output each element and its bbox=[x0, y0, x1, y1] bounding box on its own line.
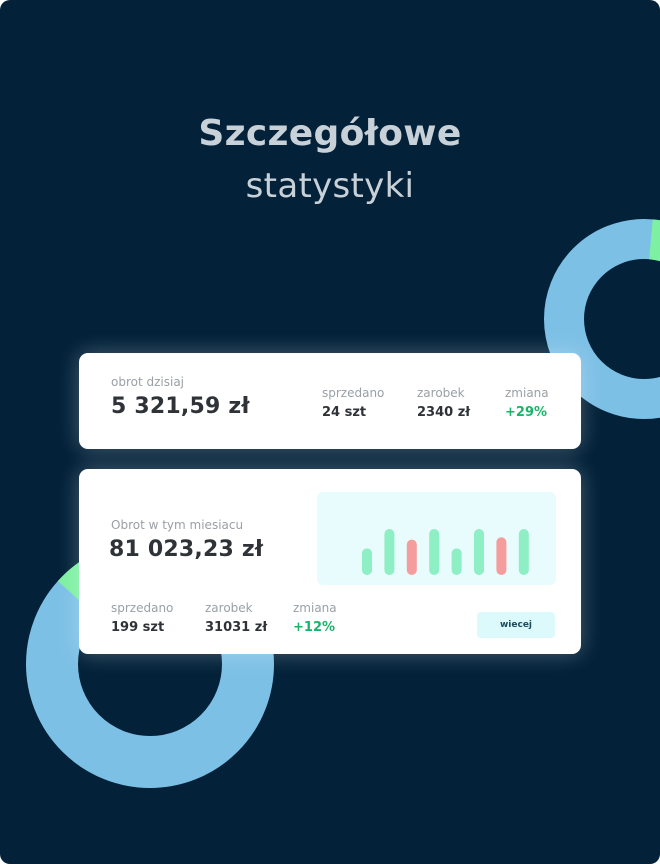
month-sold-label: sprzedano bbox=[111, 601, 174, 615]
month-stats-card: Obrot w tym miesiacu 81 023,23 zł sprzed… bbox=[79, 469, 581, 654]
chart-bar-7 bbox=[496, 537, 507, 575]
headline-line-1: Szczegółowe bbox=[198, 113, 462, 154]
more-button[interactable]: wiecej bbox=[477, 612, 555, 638]
chart-bar-8 bbox=[518, 529, 529, 575]
today-change-label: zmiana bbox=[505, 386, 549, 400]
month-change-value: +12% bbox=[293, 620, 336, 635]
month-turnover-label: Obrot w tym miesiacu bbox=[111, 518, 244, 532]
promo-panel: Szczegółowe statystyki obrot dzisiaj 5 3… bbox=[0, 0, 660, 864]
today-turnover-value: 5 321,59 zł bbox=[111, 394, 250, 419]
today-stats-card: obrot dzisiaj 5 321,59 zł sprzedano 24 s… bbox=[79, 353, 581, 449]
month-sold-value: 199 szt bbox=[111, 620, 165, 635]
today-sold-label: sprzedano bbox=[322, 386, 385, 400]
chart-bar-6 bbox=[474, 529, 484, 575]
month-change-label: zmiana bbox=[293, 601, 337, 615]
donut-top-accent-segment bbox=[648, 219, 660, 262]
chart-bar-4 bbox=[429, 529, 440, 575]
month-turnover-value: 81 023,23 zł bbox=[109, 537, 264, 562]
month-earnings-value: 31031 zł bbox=[205, 620, 268, 635]
headline: Szczegółowe statystyki bbox=[0, 112, 660, 208]
chart-bar-5 bbox=[451, 548, 462, 575]
month-earnings-label: zarobek bbox=[205, 601, 253, 615]
chart-bar-3 bbox=[406, 539, 417, 575]
chart-bar-1 bbox=[362, 548, 372, 575]
headline-line-2: statystyki bbox=[245, 166, 415, 206]
bar-chart-svg bbox=[362, 529, 529, 575]
today-turnover-label: obrot dzisiaj bbox=[111, 375, 185, 389]
today-earnings-label: zarobek bbox=[417, 386, 465, 400]
today-sold-value: 24 szt bbox=[322, 405, 367, 420]
chart-bar-2 bbox=[384, 529, 395, 575]
today-change-value: +29% bbox=[505, 405, 548, 420]
month-bar-chart bbox=[317, 492, 556, 585]
today-earnings-value: 2340 zł bbox=[417, 405, 471, 420]
